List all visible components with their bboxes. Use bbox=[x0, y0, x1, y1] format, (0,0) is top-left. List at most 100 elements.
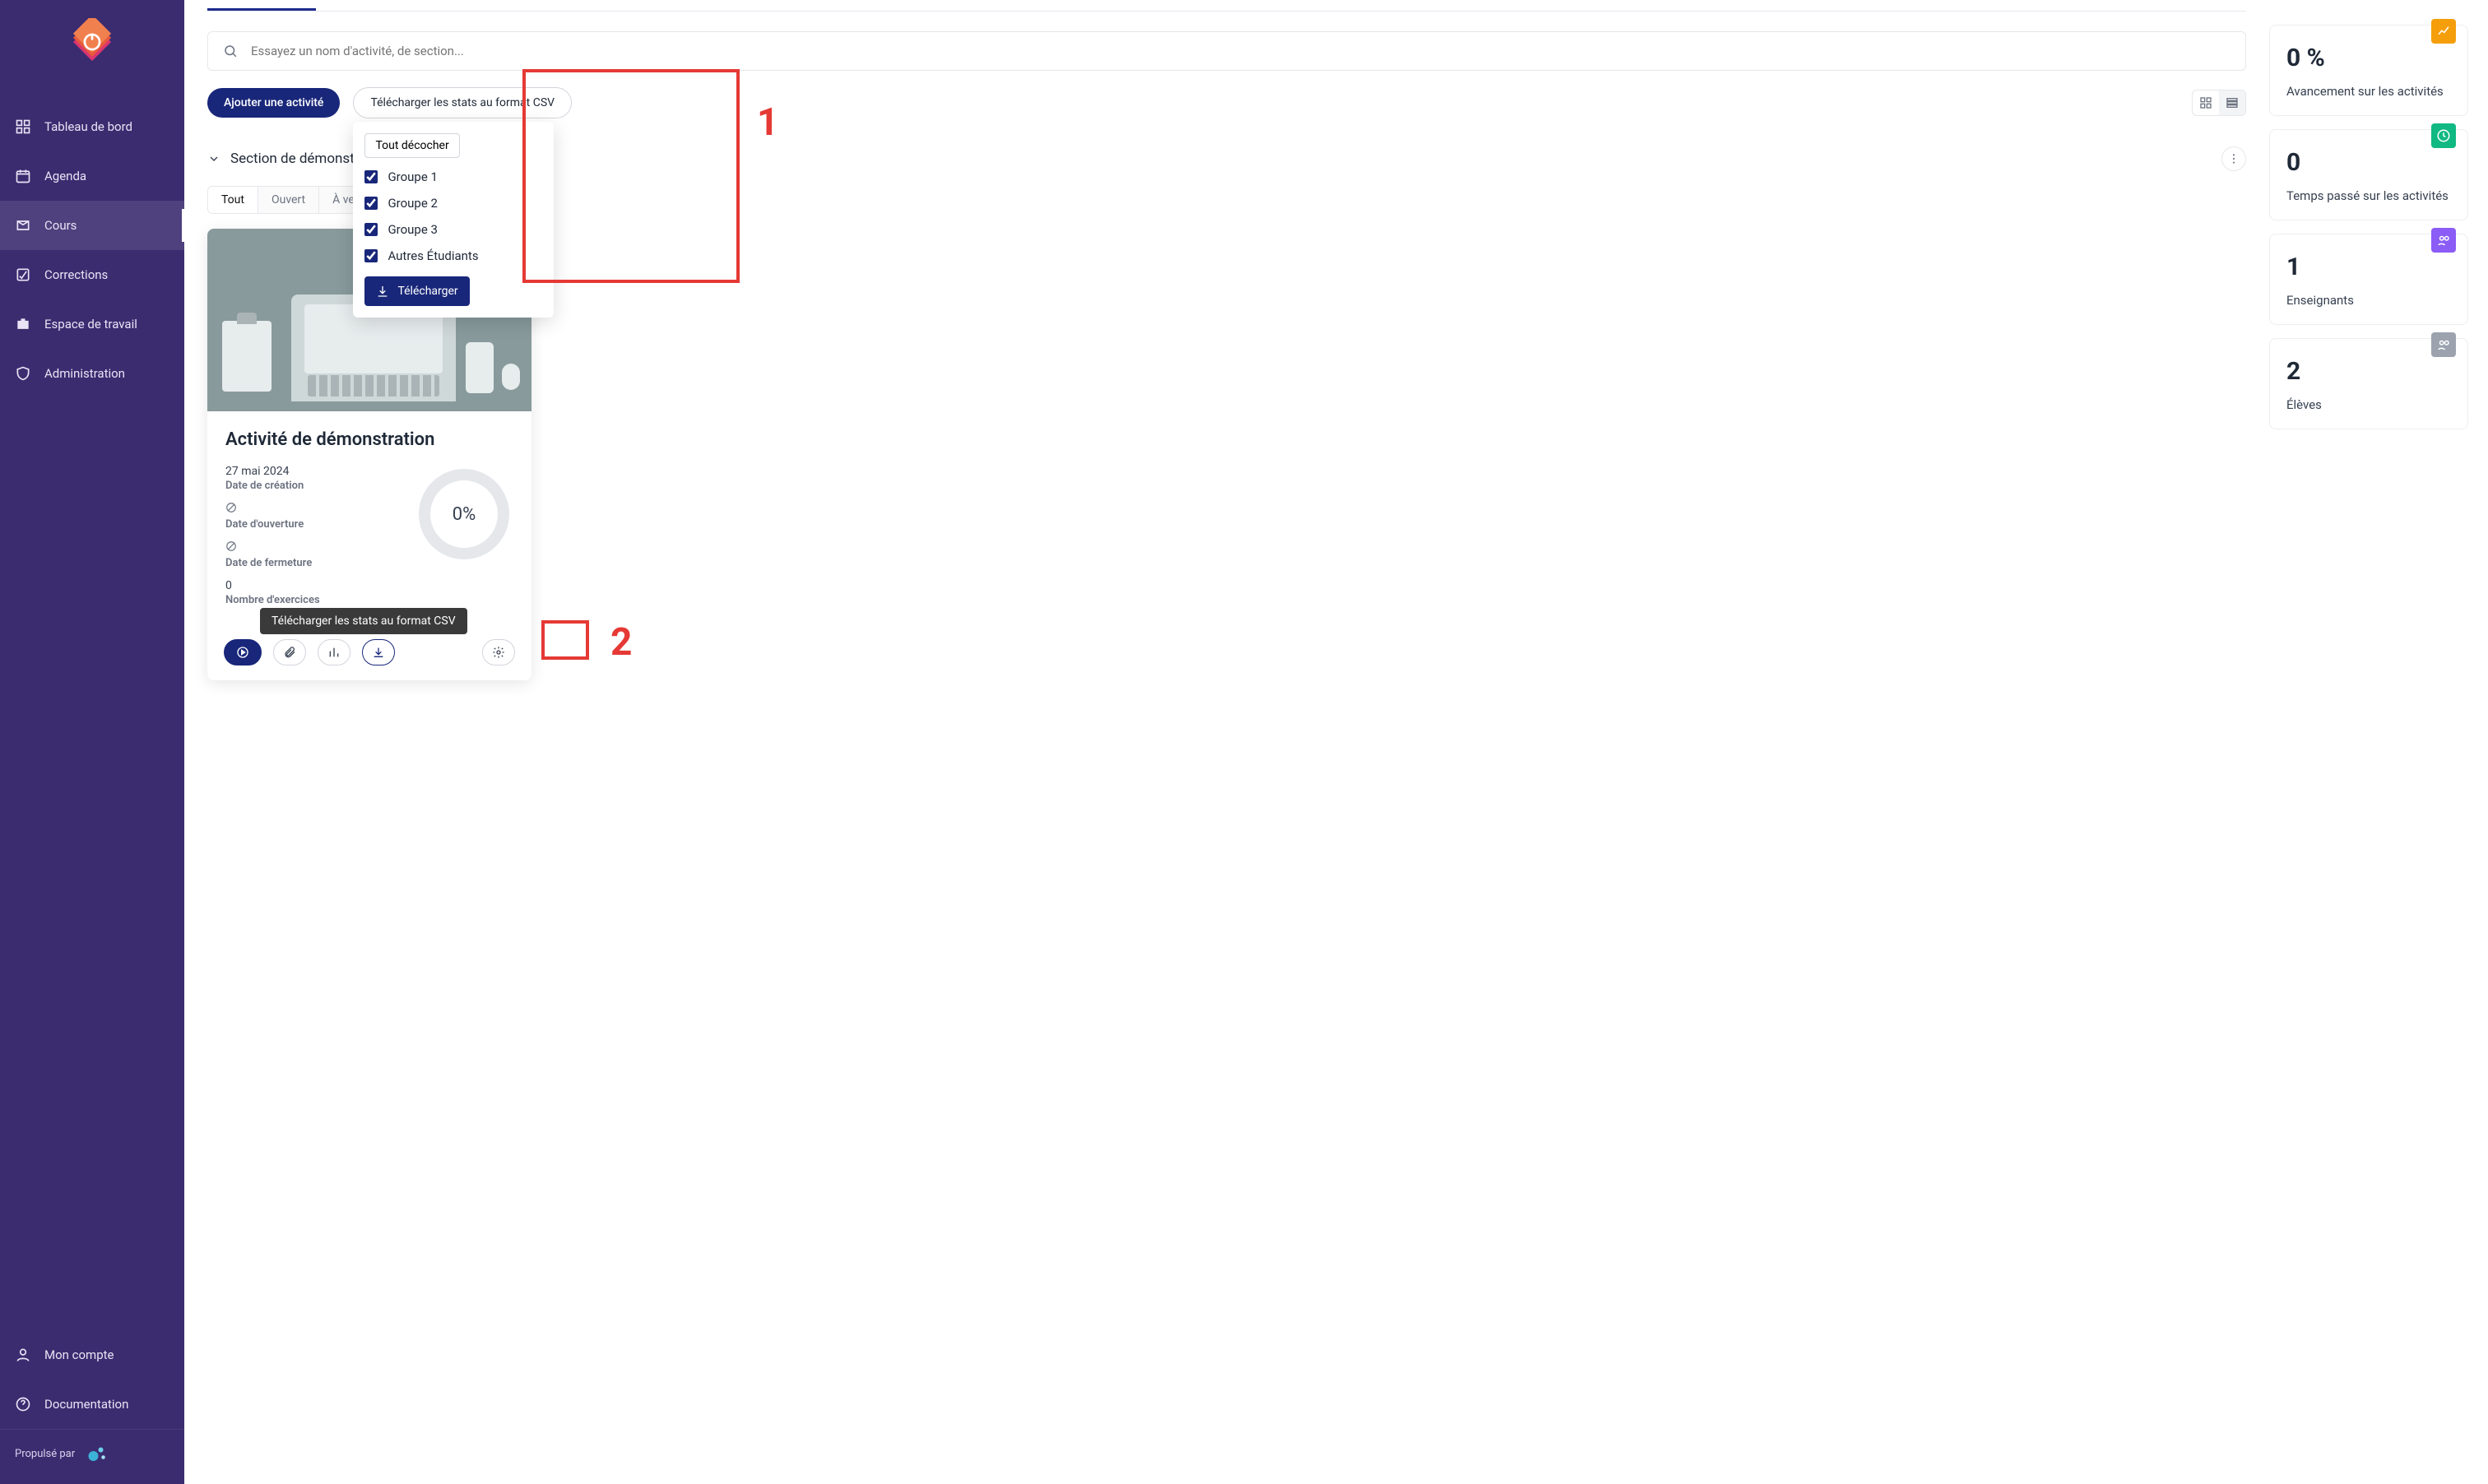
close-date-value bbox=[225, 540, 390, 555]
section-menu-button[interactable] bbox=[2221, 146, 2246, 171]
tab-overview[interactable]: Vue d'ensemble bbox=[207, 0, 316, 11]
search-bar[interactable] bbox=[207, 31, 2246, 71]
gear-icon bbox=[492, 646, 505, 659]
briefcase-icon bbox=[15, 316, 31, 332]
attachment-button[interactable] bbox=[273, 639, 306, 665]
exercise-count-value: 0 bbox=[225, 579, 390, 592]
download-label: Télécharger bbox=[397, 285, 457, 298]
group2-checkbox[interactable] bbox=[364, 197, 378, 210]
stats-column: 0 % Avancement sur les activités 0 Temps… bbox=[2269, 0, 2488, 1484]
exercise-count-label: Nombre d'exercices bbox=[225, 594, 390, 606]
play-button[interactable] bbox=[224, 639, 262, 665]
toolbar: Ajouter une activité Télécharger les sta… bbox=[207, 87, 2246, 118]
shield-icon bbox=[15, 365, 31, 382]
download-button[interactable] bbox=[362, 639, 395, 665]
progress-percent: 0% bbox=[415, 465, 513, 563]
download-tooltip: Télécharger les stats au format CSV bbox=[260, 608, 467, 634]
sidebar-item-workspace[interactable]: Espace de travail bbox=[0, 299, 184, 349]
stat-value: 0 bbox=[2286, 148, 2451, 177]
group-checkbox-row[interactable]: Groupe 2 bbox=[364, 196, 542, 211]
annotation-label-1: 1 bbox=[757, 100, 778, 145]
line-chart-icon bbox=[2436, 24, 2451, 39]
tab-groups[interactable]: Groupes bbox=[551, 0, 620, 11]
grid-icon bbox=[2199, 96, 2212, 109]
help-icon bbox=[15, 1396, 31, 1412]
users-icon bbox=[2436, 233, 2451, 248]
confirm-download-button[interactable]: Télécharger bbox=[364, 276, 469, 306]
stat-label: Élèves bbox=[2286, 397, 2451, 412]
app-logo-icon bbox=[68, 18, 116, 66]
sidebar-item-courses[interactable]: Cours bbox=[0, 201, 184, 250]
add-activity-button[interactable]: Ajouter une activité bbox=[207, 88, 340, 118]
list-view-button[interactable] bbox=[2219, 90, 2245, 115]
paperclip-icon bbox=[283, 646, 296, 659]
clock-icon bbox=[2436, 128, 2451, 143]
grid-view-button[interactable] bbox=[2193, 90, 2219, 115]
group-label: Groupe 2 bbox=[388, 196, 438, 211]
courses-icon bbox=[15, 217, 31, 234]
sidebar-footer: Propulsé par bbox=[0, 1429, 184, 1484]
sidebar: Tableau de bord Agenda Cours Corrections… bbox=[0, 0, 184, 1484]
powered-by-label: Propulsé par bbox=[15, 1448, 75, 1460]
no-date-icon bbox=[225, 502, 237, 513]
stat-label: Avancement sur les activités bbox=[2286, 84, 2451, 99]
download-csv-button[interactable]: Télécharger les stats au format CSV bbox=[353, 87, 572, 118]
sidebar-item-admin[interactable]: Administration bbox=[0, 349, 184, 398]
sidebar-item-agenda[interactable]: Agenda bbox=[0, 151, 184, 201]
cisstech-logo-icon bbox=[85, 1441, 109, 1466]
sidebar-item-account[interactable]: Mon compte bbox=[0, 1330, 184, 1380]
progress-ring: 0% bbox=[415, 465, 513, 563]
bar-chart-icon bbox=[327, 646, 341, 659]
sidebar-item-corrections[interactable]: Corrections bbox=[0, 250, 184, 299]
group1-checkbox[interactable] bbox=[364, 170, 378, 183]
download-icon bbox=[372, 646, 385, 659]
view-toggle bbox=[2192, 90, 2246, 116]
open-date-label: Date d'ouverture bbox=[225, 518, 390, 531]
stat-value: 1 bbox=[2286, 253, 2451, 281]
group-checkbox-row[interactable]: Groupe 3 bbox=[364, 222, 542, 237]
stat-students: 2 Élèves bbox=[2269, 338, 2468, 429]
filter-all[interactable]: Tout bbox=[208, 187, 258, 213]
sidebar-item-label: Tableau de bord bbox=[44, 119, 132, 134]
calendar-icon bbox=[15, 168, 31, 184]
group3-checkbox[interactable] bbox=[364, 223, 378, 236]
group-checkbox-row[interactable]: Autres Étudiants bbox=[364, 248, 542, 263]
group-checkbox-row[interactable]: Groupe 1 bbox=[364, 169, 542, 184]
no-date-icon bbox=[225, 540, 237, 552]
sidebar-item-dashboard[interactable]: Tableau de bord bbox=[0, 102, 184, 151]
open-date-value bbox=[225, 502, 390, 517]
created-date-label: Date de création bbox=[225, 480, 390, 492]
stat-label: Enseignants bbox=[2286, 293, 2451, 308]
chart-button[interactable] bbox=[318, 639, 350, 665]
chevron-down-icon bbox=[207, 152, 220, 165]
csv-popup: Tout décocher Groupe 1 Groupe 2 Groupe 3… bbox=[353, 122, 554, 318]
sidebar-nav: Tableau de bord Agenda Cours Corrections… bbox=[0, 102, 184, 1429]
tab-students[interactable]: Élèves bbox=[464, 0, 522, 11]
sidebar-item-label: Agenda bbox=[44, 169, 86, 183]
sidebar-item-doc[interactable]: Documentation bbox=[0, 1380, 184, 1429]
top-tabs: Vue d'ensemble Enseignants Élèves Groupe… bbox=[207, 0, 2246, 12]
group-label: Groupe 1 bbox=[388, 169, 438, 184]
activity-settings-button[interactable] bbox=[482, 639, 515, 665]
search-icon bbox=[223, 44, 238, 58]
download-icon bbox=[376, 285, 389, 298]
corrections-icon bbox=[15, 267, 31, 283]
filter-open[interactable]: Ouvert bbox=[258, 187, 319, 213]
users-icon bbox=[2436, 337, 2451, 352]
tab-settings[interactable]: Paramètres bbox=[649, 0, 735, 11]
students-badge-icon bbox=[2431, 332, 2456, 357]
tab-teachers[interactable]: Enseignants bbox=[346, 0, 435, 11]
sidebar-item-label: Documentation bbox=[44, 1397, 128, 1412]
activity-actions bbox=[207, 631, 531, 680]
time-badge-icon bbox=[2431, 123, 2456, 148]
activity-title: Activité de démonstration bbox=[225, 429, 513, 450]
logo bbox=[0, 0, 184, 81]
close-date-label: Date de fermeture bbox=[225, 557, 390, 569]
play-icon bbox=[236, 646, 249, 659]
other-students-checkbox[interactable] bbox=[364, 249, 378, 262]
uncheck-all-button[interactable]: Tout décocher bbox=[364, 133, 459, 158]
stat-time: 0 Temps passé sur les activités bbox=[2269, 129, 2468, 220]
sidebar-item-label: Corrections bbox=[44, 267, 108, 282]
user-icon bbox=[15, 1347, 31, 1363]
search-input[interactable] bbox=[251, 44, 2230, 58]
